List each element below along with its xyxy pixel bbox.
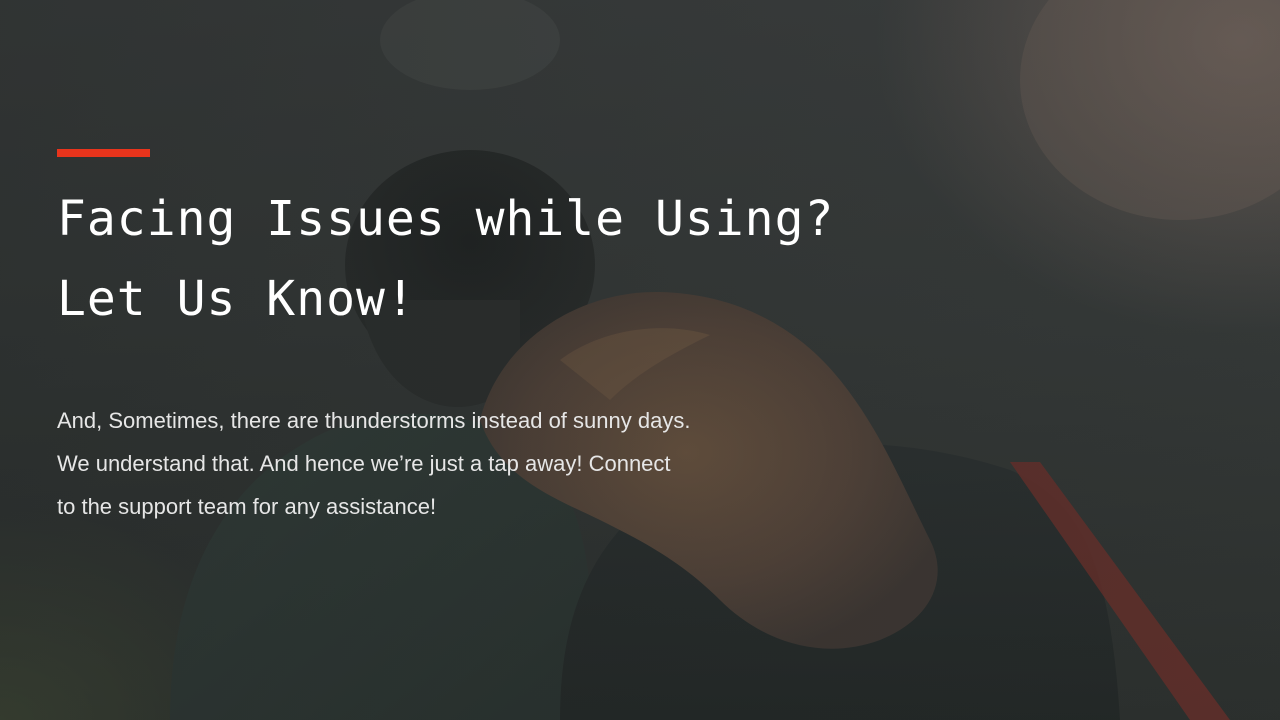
headline-line-1: Facing Issues while Using? <box>57 191 835 247</box>
description-line-3: to the support team for any assistance! <box>57 494 437 519</box>
hero-section: Facing Issues while Using? Let Us Know! … <box>0 0 1280 720</box>
description-line-2: We understand that. And hence we’re just… <box>57 451 671 476</box>
headline-line-2: Let Us Know! <box>57 271 416 327</box>
description-line-1: And, Sometimes, there are thunderstorms … <box>57 408 691 433</box>
hero-content: Facing Issues while Using? Let Us Know! … <box>57 149 957 528</box>
page-title: Facing Issues while Using? Let Us Know! <box>57 179 957 339</box>
accent-bar <box>57 149 150 157</box>
description-text: And, Sometimes, there are thunderstorms … <box>57 399 877 528</box>
